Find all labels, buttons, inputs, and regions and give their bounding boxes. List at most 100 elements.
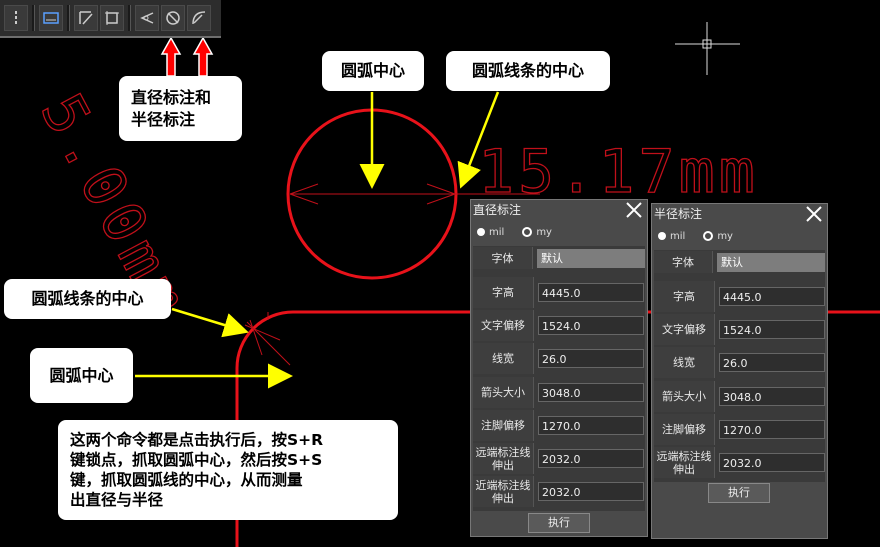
vertical-line-icon	[15, 11, 17, 25]
property-input[interactable]: 2032.0	[719, 453, 825, 472]
callout-arc-center-top: 圆弧中心	[322, 51, 424, 91]
property-label: 远端标注线 伸出	[654, 447, 715, 478]
callout-dimension-tools-line2: 半径标注	[131, 110, 196, 129]
frame-button[interactable]	[100, 5, 124, 31]
unit-mil-radio[interactable]: mil	[658, 231, 685, 242]
property-label: 注脚偏移	[473, 410, 534, 441]
dimension-button[interactable]	[39, 5, 63, 31]
radius-execute-button[interactable]: 执行	[708, 483, 770, 503]
align-button[interactable]	[74, 5, 98, 31]
diameter-button[interactable]	[161, 5, 185, 31]
property-label: 箭头大小	[473, 377, 534, 408]
callout-dimension-tools-line1: 直径标注和	[131, 88, 212, 107]
red-pointer-arrows	[160, 36, 214, 77]
property-label: 线宽	[654, 347, 715, 378]
radius-dialog-title: 半径标注	[654, 207, 703, 221]
property-input[interactable]: 26.0	[538, 349, 644, 368]
radius-unit-group: mil my	[652, 224, 827, 248]
property-row: 箭头大小 3048.0	[654, 381, 825, 412]
property-label: 字高	[473, 277, 534, 308]
angle-button[interactable]	[135, 5, 159, 31]
property-input[interactable]: 2032.0	[538, 449, 644, 468]
property-label: 注脚偏移	[654, 414, 715, 445]
property-row: 近端标注线 伸出 2032.0	[473, 476, 645, 507]
property-input[interactable]: 3048.0	[538, 383, 644, 402]
property-label-line2: 伸出	[492, 458, 514, 472]
callout-arc-center-top-text: 圆弧中心	[340, 61, 405, 80]
property-input[interactable]: 1524.0	[719, 320, 825, 339]
property-input[interactable]: 1524.0	[538, 316, 644, 335]
close-icon[interactable]	[805, 205, 823, 223]
angle-icon	[140, 12, 154, 24]
property-label-line2: 伸出	[492, 491, 514, 505]
instruction-line-3: 键，抓取圆弧线的中心，从而测量	[70, 471, 303, 489]
property-label: 线宽	[473, 343, 534, 374]
diameter-execute-button[interactable]: 执行	[528, 513, 590, 533]
toolbar-separator	[128, 5, 131, 31]
font-select[interactable]: 默认	[717, 252, 825, 272]
callout-arc-line-center-top: 圆弧线条的中心	[446, 51, 610, 91]
instruction-line-4: 出直径与半径	[70, 491, 164, 509]
radio-selected-icon	[477, 228, 485, 236]
radius-dialog-titlebar: 半径标注	[652, 204, 827, 224]
radius-button[interactable]	[187, 5, 211, 31]
property-row: 线宽 26.0	[654, 347, 825, 378]
radius-icon	[192, 11, 206, 25]
property-label: 文字偏移	[654, 314, 715, 345]
property-row: 注脚偏移 1270.0	[654, 414, 825, 445]
property-label: 近端标注线 伸出	[473, 476, 534, 507]
callout-dimension-tools: 直径标注和 半径标注	[119, 76, 242, 141]
close-icon[interactable]	[625, 201, 643, 219]
property-input[interactable]: 4445.0	[538, 283, 644, 302]
unit-mil-label: mil	[670, 230, 686, 242]
property-input[interactable]: 4445.0	[719, 287, 825, 306]
diameter-dimension-text: 15.17mm	[478, 137, 759, 207]
instruction-line-2: 键锁点，抓取圆弧中心，然后按S+S	[70, 451, 323, 469]
property-row: 远端标注线 伸出 2032.0	[473, 443, 645, 474]
radius-dialog: 半径标注 mil my 字体 默认 字高 4445.0 文字偏移 1524.0 …	[651, 203, 828, 539]
property-input[interactable]: 26.0	[719, 353, 825, 372]
unit-my-radio[interactable]: my	[703, 231, 733, 242]
callout-arc-line-center-left: 圆弧线条的中心	[4, 279, 171, 319]
toolbar-separator	[32, 5, 35, 31]
font-label: 字体	[473, 247, 533, 269]
property-label: 箭头大小	[654, 381, 715, 412]
property-row: 字高 4445.0	[473, 277, 645, 308]
unit-my-label: my	[717, 230, 733, 242]
font-select[interactable]: 默认	[537, 248, 645, 268]
property-input[interactable]: 1270.0	[538, 416, 644, 435]
radius-dimension-lines	[244, 319, 291, 366]
property-row: 文字偏移 1524.0	[654, 314, 825, 345]
property-label: 远端标注线 伸出	[473, 443, 534, 474]
property-input[interactable]: 3048.0	[719, 387, 825, 406]
diameter-dialog-titlebar: 直径标注	[471, 200, 647, 220]
property-row: 远端标注线 伸出 2032.0	[654, 447, 825, 478]
vertical-line-button[interactable]	[4, 5, 28, 31]
crosshair-cursor	[675, 22, 740, 75]
font-row: 字体 默认	[473, 247, 645, 269]
property-row: 注脚偏移 1270.0	[473, 410, 645, 441]
toolbar-separator	[67, 5, 70, 31]
property-label: 文字偏移	[473, 310, 534, 341]
property-label: 字高	[654, 281, 715, 312]
diameter-unit-group: mil my	[471, 220, 647, 244]
unit-mil-label: mil	[489, 226, 505, 238]
property-input[interactable]: 2032.0	[538, 482, 644, 501]
callout-arc-center-left: 圆弧中心	[30, 348, 133, 403]
font-row: 字体 默认	[654, 251, 825, 273]
dimension-toolbar	[0, 0, 221, 38]
radius-properties-grid: 字体 默认 字高 4445.0 文字偏移 1524.0 线宽 26.0 箭头大小…	[654, 250, 825, 482]
diameter-dialog-title: 直径标注	[473, 203, 522, 217]
property-row: 箭头大小 3048.0	[473, 377, 645, 408]
diameter-icon	[166, 11, 180, 25]
dimension-icon	[43, 12, 59, 24]
diameter-dialog: 直径标注 mil my 字体 默认 字高 4445.0 文字偏移 1524.0 …	[470, 199, 648, 537]
radio-unselected-icon	[522, 227, 533, 237]
align-icon	[79, 11, 93, 25]
font-label: 字体	[654, 251, 713, 273]
unit-my-radio[interactable]: my	[522, 227, 552, 238]
diameter-properties-grid: 字体 默认 字高 4445.0 文字偏移 1524.0 线宽 26.0 箭头大小…	[473, 246, 645, 511]
unit-mil-radio[interactable]: mil	[477, 227, 504, 238]
property-label-line1: 近端标注线	[475, 478, 531, 492]
property-input[interactable]: 1270.0	[719, 420, 825, 439]
